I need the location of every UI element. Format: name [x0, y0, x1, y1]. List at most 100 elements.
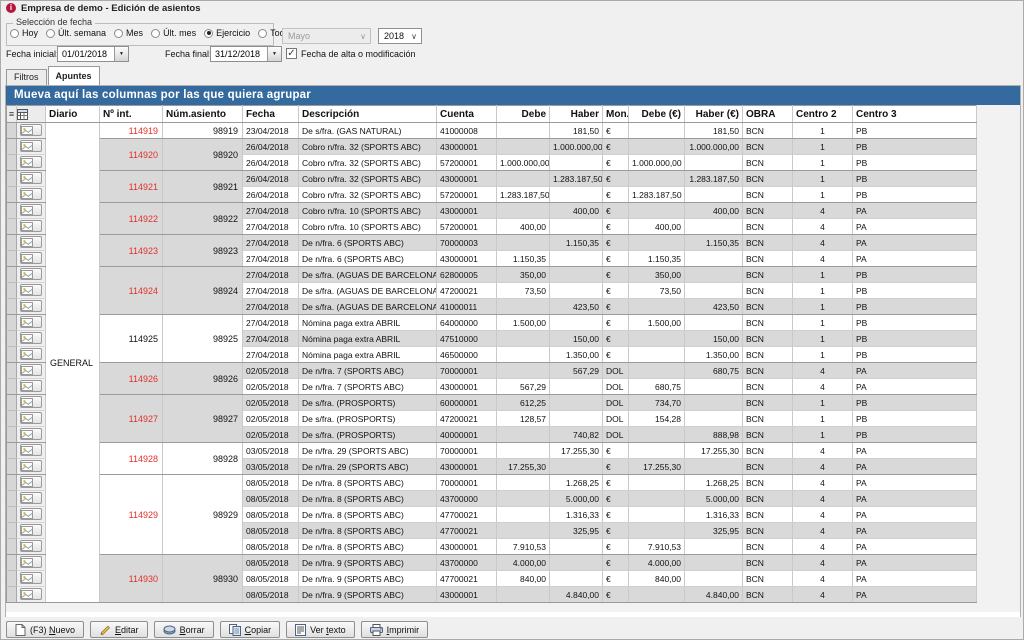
- cell-fecha[interactable]: 27/04/2018: [243, 251, 299, 267]
- cell-c2[interactable]: 4: [793, 475, 853, 491]
- cell-cuenta[interactable]: 57200001: [437, 219, 497, 235]
- cell-mon[interactable]: DOL: [603, 395, 629, 411]
- cell-c2[interactable]: 4: [793, 539, 853, 555]
- cell-habereur[interactable]: 680,75: [685, 363, 743, 379]
- num-asiento-cell[interactable]: 98924: [163, 267, 243, 315]
- cell-debeeur[interactable]: 17.255,30: [629, 459, 685, 475]
- cell-debeeur[interactable]: 4.000,00: [629, 555, 685, 571]
- num-asiento-cell[interactable]: 98923: [163, 235, 243, 267]
- cell-obra[interactable]: BCN: [743, 123, 793, 139]
- cell-mon[interactable]: €: [603, 203, 629, 219]
- cell-c3[interactable]: PA: [853, 571, 977, 587]
- row-selector[interactable]: [7, 491, 17, 507]
- cell-debeeur[interactable]: 840,00: [629, 571, 685, 587]
- column-header-haber[interactable]: Haber: [550, 106, 603, 123]
- row-detail-button[interactable]: [20, 588, 42, 600]
- cell-fecha[interactable]: 27/04/2018: [243, 347, 299, 363]
- column-header-obra[interactable]: OBRA: [743, 106, 793, 123]
- cell-debe[interactable]: [497, 587, 550, 603]
- cell-mon[interactable]: €: [603, 315, 629, 331]
- cell-debeeur[interactable]: [629, 523, 685, 539]
- row-detail-button[interactable]: [20, 556, 42, 568]
- cell-obra[interactable]: BCN: [743, 491, 793, 507]
- cell-c2[interactable]: 4: [793, 491, 853, 507]
- cell-habereur[interactable]: [685, 219, 743, 235]
- cell-c3[interactable]: PB: [853, 283, 977, 299]
- cell-obra[interactable]: BCN: [743, 299, 793, 315]
- row-detail-button[interactable]: [20, 380, 42, 392]
- cell-c2[interactable]: 4: [793, 523, 853, 539]
- cell-fecha[interactable]: 27/04/2018: [243, 299, 299, 315]
- cell-desc[interactable]: De n/fra. 9 (SPORTS ABC): [299, 555, 437, 571]
- num-int-cell[interactable]: 114929: [100, 475, 163, 555]
- row-detail-button[interactable]: [20, 252, 42, 264]
- cell-debeeur[interactable]: 1.283.187,50: [629, 187, 685, 203]
- cell-obra[interactable]: BCN: [743, 539, 793, 555]
- cell-debeeur[interactable]: 734,70: [629, 395, 685, 411]
- cell-c2[interactable]: 1: [793, 123, 853, 139]
- cell-desc[interactable]: De n/fra. 9 (SPORTS ABC): [299, 587, 437, 603]
- cell-habereur[interactable]: 1.150,35: [685, 235, 743, 251]
- cell-haber[interactable]: [550, 539, 603, 555]
- row-detail-button[interactable]: [20, 572, 42, 584]
- cell-habereur[interactable]: 150,00: [685, 331, 743, 347]
- num-int-cell[interactable]: 114922: [100, 203, 163, 235]
- cell-fecha[interactable]: 02/05/2018: [243, 363, 299, 379]
- cell-haber[interactable]: 150,00: [550, 331, 603, 347]
- cell-obra[interactable]: BCN: [743, 315, 793, 331]
- cell-haber[interactable]: 423,50: [550, 299, 603, 315]
- cell-mon[interactable]: €: [603, 571, 629, 587]
- cell-debeeur[interactable]: 400,00: [629, 219, 685, 235]
- cell-cuenta[interactable]: 47200021: [437, 283, 497, 299]
- cell-debe[interactable]: [497, 235, 550, 251]
- column-header-mon[interactable]: Mon.: [603, 106, 629, 123]
- row-selector[interactable]: [7, 203, 17, 219]
- group-by-drop-zone[interactable]: Mueva aquí las columnas por las que quie…: [6, 86, 1020, 105]
- cell-mon[interactable]: €: [603, 491, 629, 507]
- cell-fecha[interactable]: 27/04/2018: [243, 315, 299, 331]
- cell-debeeur[interactable]: 1.150,35: [629, 251, 685, 267]
- cell-debe[interactable]: 73,50: [497, 283, 550, 299]
- cell-obra[interactable]: BCN: [743, 571, 793, 587]
- cell-c3[interactable]: PA: [853, 491, 977, 507]
- row-detail-button[interactable]: [20, 284, 42, 296]
- cell-debeeur[interactable]: 1.000.000,00: [629, 155, 685, 171]
- radio-option-2[interactable]: Mes: [114, 28, 143, 38]
- cell-obra[interactable]: BCN: [743, 363, 793, 379]
- row-selector[interactable]: [7, 139, 17, 155]
- cell-mon[interactable]: €: [603, 507, 629, 523]
- cell-habereur[interactable]: [685, 395, 743, 411]
- cell-desc[interactable]: Nómina paga extra ABRIL: [299, 315, 437, 331]
- cell-c3[interactable]: PA: [853, 459, 977, 475]
- cell-fecha[interactable]: 27/04/2018: [243, 235, 299, 251]
- row-selector[interactable]: [7, 459, 17, 475]
- cell-c3[interactable]: PB: [853, 299, 977, 315]
- cell-c2[interactable]: 1: [793, 315, 853, 331]
- cell-cuenta[interactable]: 60000001: [437, 395, 497, 411]
- cell-obra[interactable]: BCN: [743, 171, 793, 187]
- row-detail-button[interactable]: [20, 412, 42, 424]
- cell-fecha[interactable]: 27/04/2018: [243, 203, 299, 219]
- num-asiento-cell[interactable]: 98930: [163, 555, 243, 603]
- cell-debeeur[interactable]: 680,75: [629, 379, 685, 395]
- cell-c3[interactable]: PA: [853, 507, 977, 523]
- cell-haber[interactable]: [550, 315, 603, 331]
- cell-cuenta[interactable]: 41000011: [437, 299, 497, 315]
- cell-cuenta[interactable]: 70000001: [437, 443, 497, 459]
- cell-c2[interactable]: 1: [793, 155, 853, 171]
- num-int-cell[interactable]: 114919: [100, 123, 163, 139]
- cell-haber[interactable]: 1.316,33: [550, 507, 603, 523]
- row-detail-button[interactable]: [20, 508, 42, 520]
- cell-cuenta[interactable]: 40000001: [437, 427, 497, 443]
- cell-desc[interactable]: Cobro n/fra. 10 (SPORTS ABC): [299, 203, 437, 219]
- imprimir-button[interactable]: Imprimir: [361, 621, 429, 638]
- cell-c2[interactable]: 4: [793, 363, 853, 379]
- cell-c2[interactable]: 1: [793, 347, 853, 363]
- cell-haber[interactable]: [550, 555, 603, 571]
- cell-mon[interactable]: €: [603, 219, 629, 235]
- cell-cuenta[interactable]: 57200001: [437, 187, 497, 203]
- cell-debe[interactable]: [497, 299, 550, 315]
- cell-fecha[interactable]: 27/04/2018: [243, 331, 299, 347]
- cell-c2[interactable]: 4: [793, 203, 853, 219]
- cell-mon[interactable]: €: [603, 251, 629, 267]
